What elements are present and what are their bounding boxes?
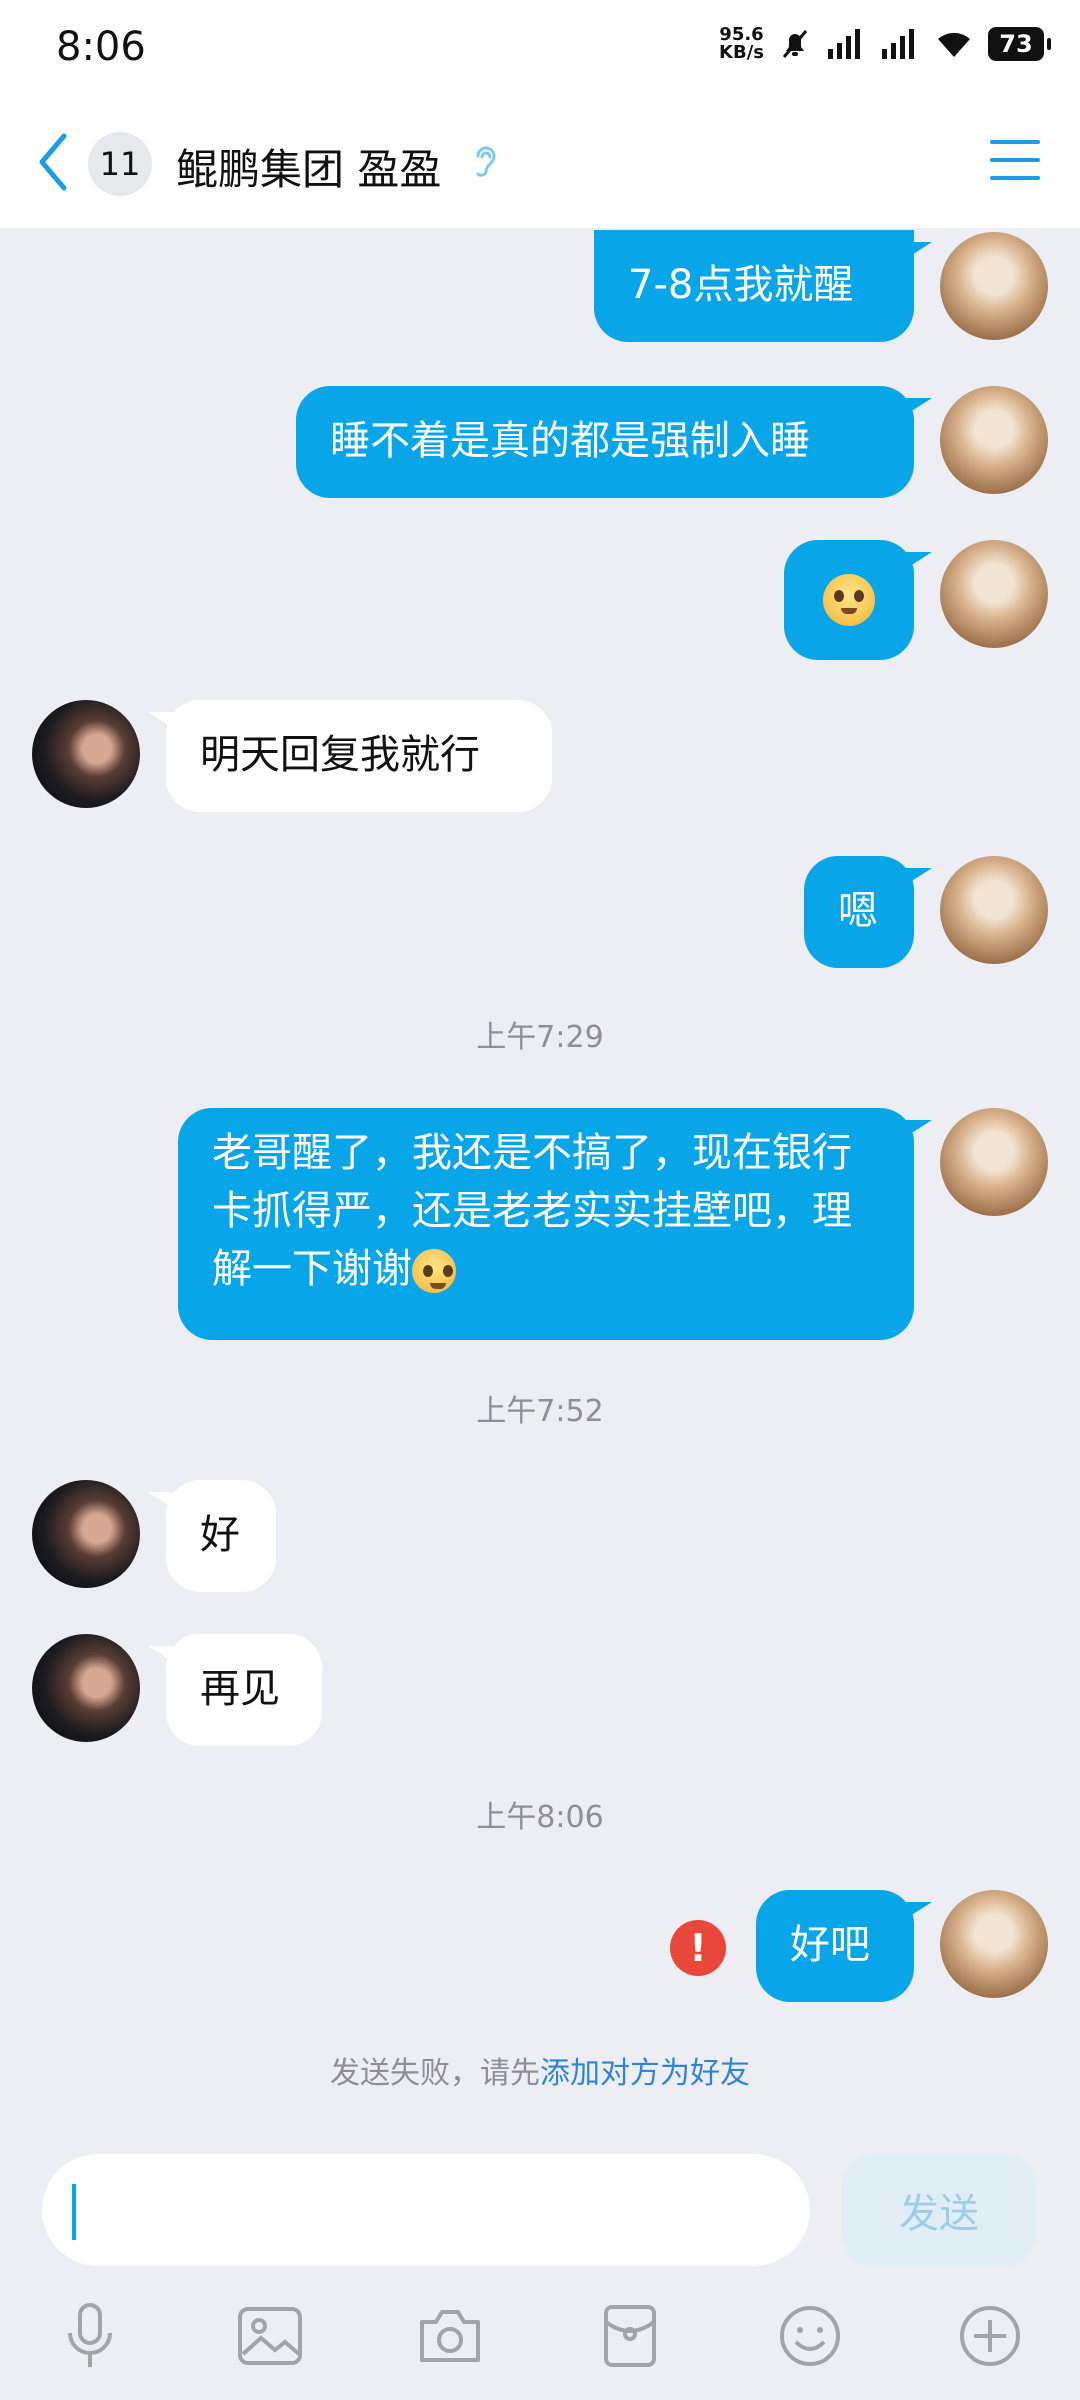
input-toolbar [0,2296,1080,2376]
message-bubble-self[interactable] [784,540,932,660]
send-failure-notice: 发送失败，请先添加对方为好友 [330,2056,750,2091]
message-bubble-other[interactable]: 明天回复我就行 [148,700,552,812]
message-bubble-self[interactable]: 嗯 [804,856,932,968]
message-bubble-self[interactable]: 老哥醒了，我还是不搞了，现在银行卡抓得严，还是老老实实挂壁吧，理解一下谢谢 [178,1108,932,1340]
self-avatar[interactable] [940,856,1048,964]
status-icons: 95.6 KB/s 73 [719,24,1051,63]
status-bar: 8:06 95.6 KB/s 73 [0,0,1080,100]
message-bubble-other[interactable]: 好 [148,1480,276,1592]
image-icon[interactable] [230,2296,310,2376]
send-button[interactable]: 发送 [842,2154,1036,2266]
message-timestamp: 上午7:52 [476,1394,604,1429]
input-bar: 发送 [0,2140,1080,2400]
battery-indicator: 73 [988,27,1051,61]
microphone-icon[interactable] [50,2296,130,2376]
add-friend-link[interactable]: 添加对方为好友 [540,2056,750,2091]
message-bubble-self[interactable]: 好吧 [756,1890,932,2002]
signal-icon [828,29,860,59]
self-avatar[interactable] [940,540,1048,648]
pleading-face-emoji-icon [412,1249,456,1293]
self-avatar[interactable] [940,232,1048,340]
self-avatar[interactable] [940,386,1048,494]
network-speed: 95.6 KB/s [719,24,764,63]
contact-avatar[interactable] [32,1480,140,1588]
contact-avatar[interactable] [32,1634,140,1742]
chat-header: 11 鲲鹏集团 盈盈 [0,100,1080,228]
ear-icon[interactable] [472,142,500,182]
message-timestamp: 上午7:29 [476,1020,604,1055]
message-bubble-self[interactable]: 7-8点我就醒 [594,230,932,342]
red-packet-icon[interactable] [590,2296,670,2376]
back-arrow-icon[interactable] [34,130,74,194]
self-avatar[interactable] [940,1890,1048,1998]
menu-icon[interactable] [990,138,1040,182]
text-caret [72,2184,76,2240]
message-bubble-other[interactable]: 再见 [148,1634,322,1746]
chat-message-list[interactable]: 7-8点我就醒 睡不着是真的都是强制入睡 明天回复我就行 嗯 上午7:29 老哥… [0,228,1080,2140]
send-failed-icon[interactable]: ! [670,1920,726,1976]
message-input[interactable] [42,2154,810,2266]
unread-count-badge[interactable]: 11 [88,132,152,196]
mute-bell-icon [782,30,808,58]
camera-icon[interactable] [410,2296,490,2376]
status-time: 8:06 [56,24,146,70]
self-avatar[interactable] [940,1108,1048,1216]
contact-avatar[interactable] [32,700,140,808]
chat-title: 鲲鹏集团 盈盈 [176,145,442,194]
emoji-icon[interactable] [770,2296,850,2376]
pleading-face-emoji-icon [823,574,875,626]
signal-icon-2 [882,29,914,59]
message-timestamp: 上午8:06 [476,1800,604,1835]
wifi-icon [938,32,970,57]
message-bubble-self[interactable]: 睡不着是真的都是强制入睡 [296,386,932,498]
plus-icon[interactable] [950,2296,1030,2376]
